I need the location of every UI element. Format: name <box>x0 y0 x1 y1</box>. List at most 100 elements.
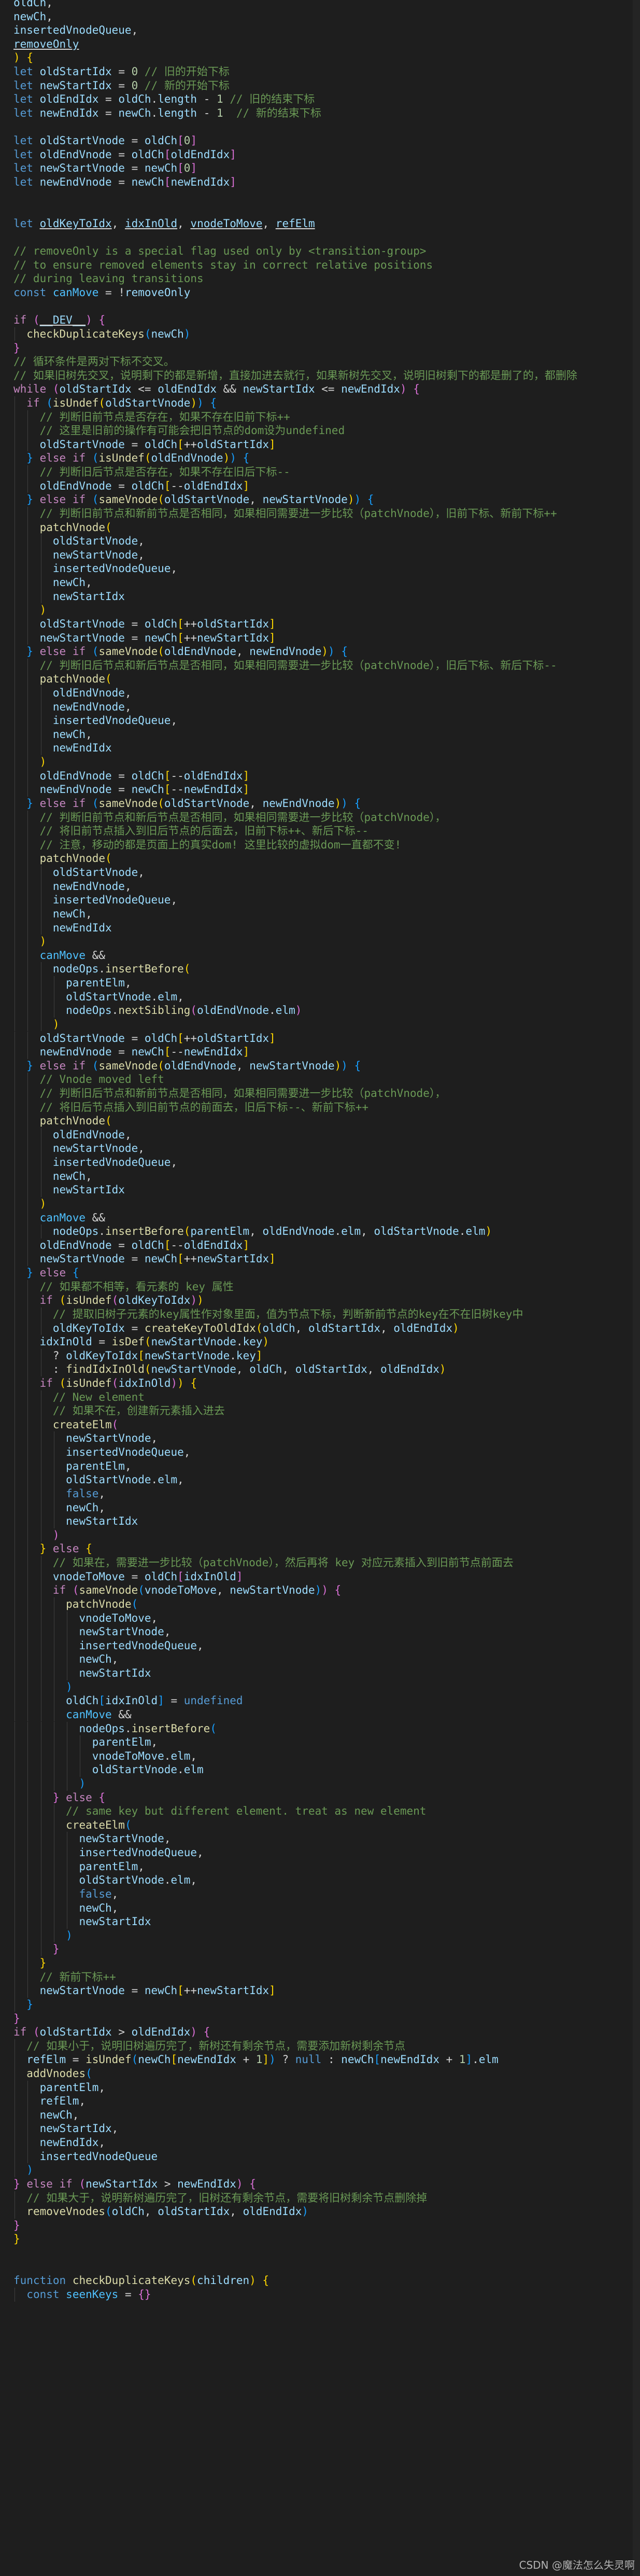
code-line[interactable]: patchVnode( <box>0 672 640 686</box>
code-line[interactable]: newStartIdx <box>0 590 640 603</box>
code-line[interactable]: removeVnodes(oldCh, oldStartIdx, oldEndI… <box>0 2205 640 2218</box>
code-line[interactable]: insertedVnodeQueue, <box>0 1155 640 1169</box>
code-line[interactable]: oldStartVnode, <box>0 534 640 548</box>
code-line[interactable]: // during leaving transitions <box>0 272 640 285</box>
code-line[interactable]: newEndIdx <box>0 921 640 935</box>
code-line[interactable]: newCh, <box>0 576 640 589</box>
code-line[interactable]: patchVnode( <box>0 1597 640 1611</box>
code-line[interactable]: newStartVnode, <box>0 1141 640 1155</box>
code-line[interactable]: let oldEndVnode = oldCh[oldEndIdx] <box>0 148 640 161</box>
code-line[interactable]: // 如果旧树先交叉，说明剩下的都是新增，直接加进去就行，如果新树先交叉，说明旧… <box>0 369 640 382</box>
code-line[interactable]: newCh, <box>0 10 640 23</box>
code-line[interactable]: canMove && <box>0 1708 640 1721</box>
code-line[interactable]: newEndVnode, <box>0 880 640 893</box>
code-line[interactable]: oldStartVnode.elm <box>0 1763 640 1776</box>
code-line[interactable]: // 提取旧树子元素的key属性作对象里面，值为节点下标，判断新前节点的key在… <box>0 1307 640 1321</box>
code-line[interactable]: // 判断旧前节点和新前节点是否相同，如果相同需要进一步比较（patchVnod… <box>0 507 640 520</box>
code-line[interactable]: newEndVnode = newCh[--newEndIdx] <box>0 1045 640 1059</box>
code-line[interactable]: checkDuplicateKeys(newCh) <box>0 327 640 341</box>
code-line[interactable]: parentElm, <box>0 1459 640 1473</box>
code-line[interactable]: // 这里是旧前的操作有可能会把旧节点的dom设为undefined <box>0 424 640 437</box>
code-line[interactable]: // 如果大于，说明新树遍历完了，旧树还有剩余节点，需要将旧树剩余节点删除掉 <box>0 2191 640 2205</box>
code-line[interactable]: const seenKeys = {} <box>0 2288 640 2301</box>
code-line[interactable]: ) <box>0 1528 640 1542</box>
code-line[interactable]: newStartIdx <box>0 1666 640 1680</box>
code-line[interactable]: canMove && <box>0 1211 640 1224</box>
code-line[interactable]: // 如果小于，说明旧树遍历完了，新树还有剩余节点，需要添加新树剩余节点 <box>0 2039 640 2053</box>
code-line[interactable]: ) <box>0 2163 640 2177</box>
code-line[interactable]: } else if (sameVnode(oldEndVnode, newSta… <box>0 1059 640 1073</box>
code-line[interactable]: insertedVnodeQueue, <box>0 893 640 907</box>
code-line[interactable]: insertedVnodeQueue, <box>0 1639 640 1652</box>
code-line[interactable]: } <box>0 1956 640 1970</box>
code-line[interactable]: } <box>0 1998 640 2011</box>
code-line[interactable]: if (oldStartIdx > oldEndIdx) { <box>0 2025 640 2039</box>
code-line[interactable]: newCh, <box>0 1901 640 1915</box>
code-line[interactable]: patchVnode( <box>0 852 640 865</box>
code-line[interactable]: insertedVnodeQueue, <box>0 23 640 37</box>
code-line[interactable]: ) <box>0 1680 640 1694</box>
code-line[interactable]: newCh, <box>0 907 640 921</box>
code-line[interactable]: oldCh, <box>0 0 640 9</box>
code-line[interactable]: canMove && <box>0 949 640 962</box>
code-line[interactable]: const canMove = !removeOnly <box>0 286 640 299</box>
code-line[interactable]: ? oldKeyToIdx[newStartVnode.key] <box>0 1349 640 1362</box>
code-line[interactable]: oldStartVnode, <box>0 866 640 879</box>
code-line[interactable] <box>0 2260 640 2274</box>
code-line[interactable]: let newStartIdx = 0 // 新的开始下标 <box>0 79 640 92</box>
code-line[interactable]: // to ensure removed elements stay in co… <box>0 258 640 272</box>
code-line[interactable]: // 新前下标++ <box>0 1970 640 1984</box>
code-line[interactable]: newStartVnode = newCh[++newStartIdx] <box>0 1984 640 1997</box>
code-line[interactable]: removeOnly <box>0 37 640 51</box>
code-line[interactable]: ) <box>0 1777 640 1790</box>
code-line[interactable]: newStartIdx <box>0 1514 640 1528</box>
code-line[interactable]: parentElm, <box>0 1860 640 1873</box>
code-line[interactable]: newStartVnode, <box>0 1431 640 1445</box>
code-line[interactable]: let oldEndIdx = oldCh.length - 1 // 旧的结束… <box>0 92 640 106</box>
code-line[interactable]: } else if (sameVnode(oldStartVnode, newS… <box>0 493 640 506</box>
code-line[interactable]: } else { <box>0 1266 640 1279</box>
code-line[interactable]: // 如果都不相等，看元素的 key 属性 <box>0 1280 640 1293</box>
code-line[interactable]: newEndVnode = newCh[--newEndIdx] <box>0 783 640 796</box>
code-line[interactable] <box>0 189 640 203</box>
code-line[interactable]: if (isUndef(oldStartVnode)) { <box>0 396 640 410</box>
code-line[interactable]: oldStartVnode = oldCh[++oldStartIdx] <box>0 617 640 631</box>
code-line[interactable]: oldStartVnode = oldCh[++oldStartIdx] <box>0 438 640 451</box>
code-line[interactable]: } <box>0 2219 640 2232</box>
code-line[interactable]: } <box>0 2012 640 2025</box>
code-line[interactable]: // removeOnly is a special flag used onl… <box>0 244 640 258</box>
code-line[interactable]: false, <box>0 1887 640 1901</box>
code-line[interactable]: ) { <box>0 51 640 64</box>
code-line[interactable]: insertedVnodeQueue, <box>0 1846 640 1859</box>
code-line[interactable] <box>0 2246 640 2260</box>
code-line[interactable]: let newStartVnode = newCh[0] <box>0 161 640 175</box>
code-line[interactable]: // 循环条件是两对下标不交叉。 <box>0 355 640 368</box>
code-line[interactable]: // 判断旧后节点是否存在，如果不存在旧后下标-- <box>0 465 640 479</box>
code-line[interactable]: } <box>0 1942 640 1956</box>
code-line[interactable]: newCh, <box>0 1652 640 1666</box>
code-line[interactable]: } else { <box>0 1542 640 1555</box>
code-line[interactable]: } else if (sameVnode(oldStartVnode, newE… <box>0 797 640 810</box>
code-line[interactable]: vnodeToMove, <box>0 1611 640 1625</box>
code-line[interactable]: newStartVnode, <box>0 1832 640 1845</box>
code-line[interactable] <box>0 231 640 244</box>
vertical-scrollbar[interactable] <box>633 0 640 2576</box>
code-line[interactable]: vnodeToMove = oldCh[idxInOld] <box>0 1570 640 1583</box>
code-line[interactable]: // New element <box>0 1390 640 1404</box>
code-line[interactable]: ) <box>0 1197 640 1210</box>
code-line[interactable]: oldStartVnode.elm, <box>0 990 640 1004</box>
code-editor[interactable]: oldCh, newCh, insertedVnodeQueue, removeOnl… <box>0 0 640 2576</box>
code-line[interactable]: } else if (isUndef(oldEndVnode)) { <box>0 451 640 465</box>
code-line[interactable]: oldEndVnode, <box>0 1128 640 1141</box>
code-line[interactable]: false, <box>0 1487 640 1500</box>
code-line[interactable]: if (sameVnode(vnodeToMove, newStartVnode… <box>0 1583 640 1597</box>
code-line[interactable]: let oldStartIdx = 0 // 旧的开始下标 <box>0 65 640 78</box>
code-line[interactable]: oldEndVnode = oldCh[--oldEndIdx] <box>0 479 640 493</box>
code-line[interactable]: newCh, <box>0 1169 640 1183</box>
code-line[interactable]: newCh, <box>0 1501 640 1514</box>
code-line[interactable]: idxInOld = isDef(newStartVnode.key) <box>0 1335 640 1348</box>
code-line[interactable]: insertedVnodeQueue, <box>0 1445 640 1459</box>
code-line[interactable]: // 如果不在，创建新元素插入进去 <box>0 1404 640 1417</box>
code-line[interactable]: nodeOps.insertBefore( <box>0 962 640 976</box>
code-line[interactable]: newStartIdx, <box>0 2122 640 2135</box>
